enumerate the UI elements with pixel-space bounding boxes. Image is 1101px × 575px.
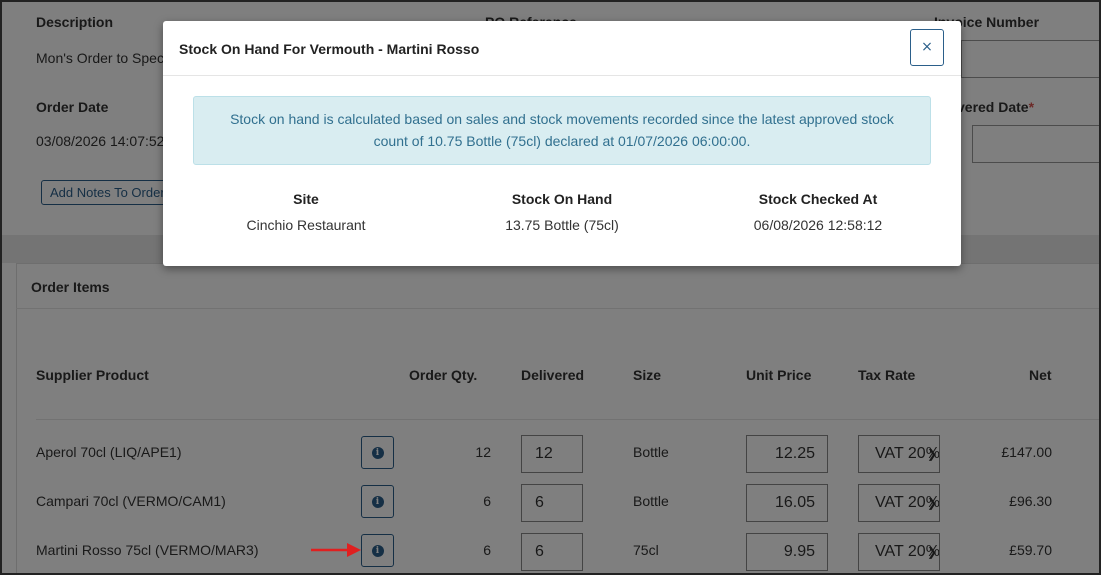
arrow-right-icon	[311, 543, 361, 557]
site-value: Cinchio Restaurant	[246, 217, 366, 233]
header-site: Site	[293, 191, 319, 207]
modal-title: Stock On Hand For Vermouth - Martini Ros…	[179, 41, 480, 57]
close-button[interactable]: ×	[910, 29, 944, 66]
alert-line-2: count of 10.75 Bottle (75cl) declared at…	[373, 133, 751, 149]
modal-header: Stock On Hand For Vermouth - Martini Ros…	[163, 21, 961, 76]
close-icon: ×	[921, 39, 933, 55]
info-alert: Stock on hand is calculated based on sal…	[193, 96, 931, 165]
stock-checked-at-value: 06/08/2026 12:58:12	[753, 217, 883, 233]
stock-on-hand-modal: Stock On Hand For Vermouth - Martini Ros…	[163, 21, 961, 266]
screen-frame: Description Mon's Order to Speci PO Refe…	[0, 0, 1101, 575]
stock-on-hand-value: 13.75 Bottle (75cl)	[505, 217, 619, 233]
header-stock-checked-at: Stock Checked At	[758, 191, 878, 207]
header-stock-on-hand: Stock On Hand	[511, 191, 613, 207]
alert-line-1: Stock on hand is calculated based on sal…	[230, 111, 894, 127]
